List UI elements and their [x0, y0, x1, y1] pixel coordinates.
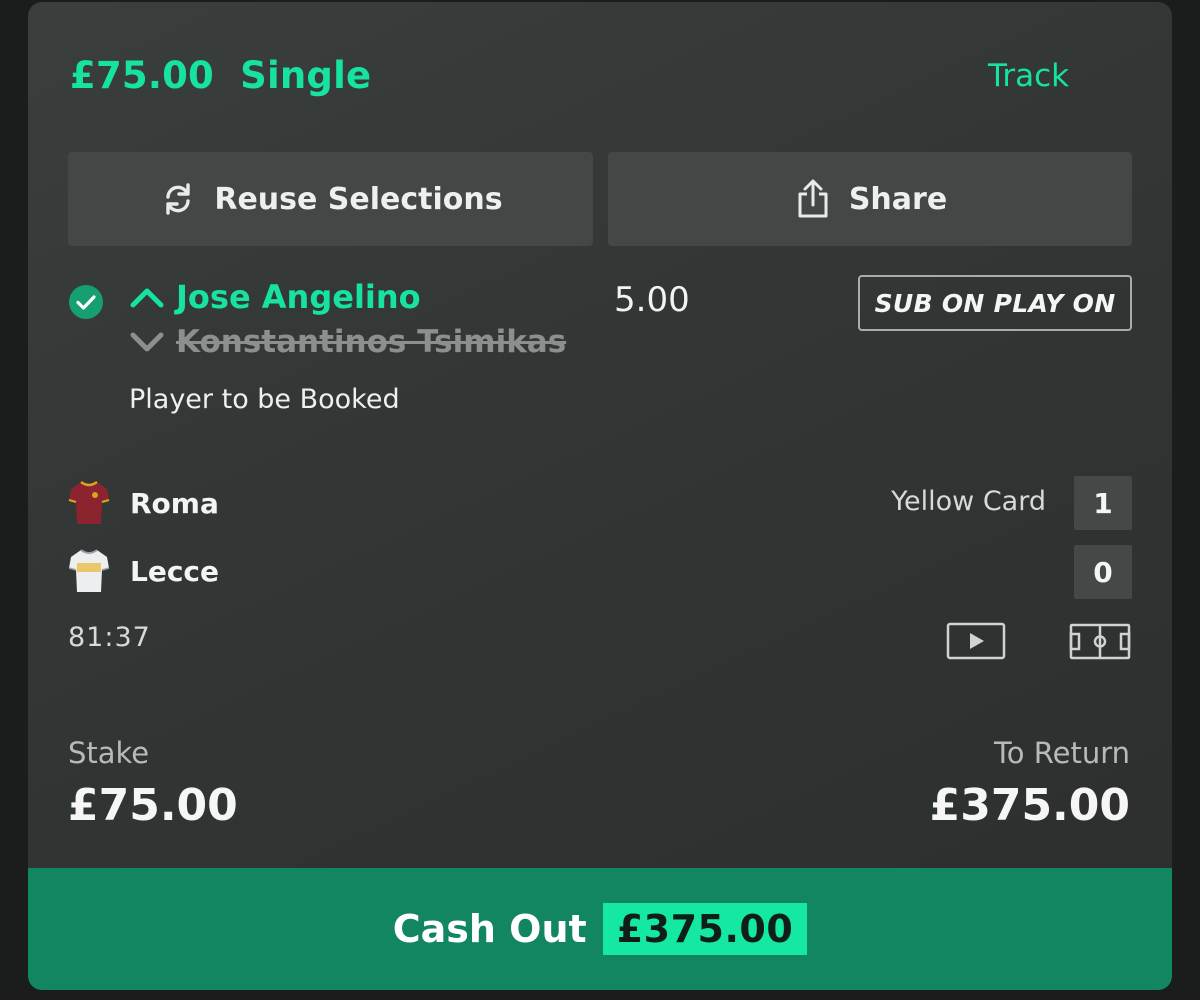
cash-out-button[interactable]: Cash Out £375.00 [28, 868, 1172, 990]
to-return-label: To Return [994, 736, 1130, 770]
share-label: Share [848, 181, 948, 217]
stake-value: £75.00 [68, 780, 238, 831]
bet-header-title: £75.00 Single [70, 54, 372, 97]
player-on-row: Jose Angelino [130, 278, 421, 316]
lecce-shirt-icon [68, 549, 110, 592]
away-team-row: Lecce [68, 548, 219, 594]
sub-on-play-on-badge: SUB ON PLAY ON [858, 275, 1132, 331]
to-return-value: £375.00 [929, 780, 1130, 831]
roma-shirt-icon [68, 480, 110, 524]
bet-card: £75.00 Single Track Reuse Selections Sha… [28, 2, 1172, 990]
refresh-icon [158, 179, 198, 219]
play-video-icon[interactable] [946, 622, 1006, 662]
yellow-card-label: Yellow Card [891, 486, 1046, 517]
home-team-name: Roma [130, 486, 219, 520]
player-off-row: Konstantinos Tsimikas [130, 324, 566, 360]
away-yellow-cards: 0 [1074, 545, 1132, 599]
track-link[interactable]: Track [988, 58, 1069, 94]
stake-label: Stake [68, 736, 150, 770]
pitch-tracker-icon[interactable] [1069, 622, 1131, 662]
share-icon [793, 179, 833, 219]
away-team-name: Lecce [130, 554, 220, 588]
check-circle-icon [69, 285, 103, 319]
home-yellow-cards: 1 [1074, 476, 1132, 530]
selection-odds: 5.00 [614, 280, 690, 320]
arrow-down-icon [130, 332, 164, 352]
share-button[interactable]: Share [608, 152, 1132, 246]
cash-out-label: Cash Out [392, 907, 587, 951]
player-off-name: Konstantinos Tsimikas [176, 324, 567, 360]
reuse-selections-label: Reuse Selections [214, 181, 503, 217]
reuse-selections-button[interactable]: Reuse Selections [68, 152, 593, 246]
player-on-name: Jose Angelino [176, 278, 421, 316]
market-name: Player to be Booked [129, 384, 400, 415]
cash-out-amount: £375.00 [602, 903, 808, 955]
arrow-up-icon [130, 288, 164, 308]
match-clock: 81:37 [68, 622, 151, 653]
home-team-row: Roma [68, 480, 219, 526]
